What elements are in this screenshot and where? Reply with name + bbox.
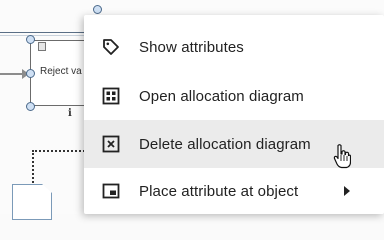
picture-in-picture-icon: [100, 180, 122, 202]
menu-item-label: Delete allocation diagram: [139, 135, 311, 153]
menu-item-label: Open allocation diagram: [139, 87, 304, 105]
menu-item-label: Place attribute at object: [139, 182, 299, 200]
hand-cursor-icon: [333, 143, 352, 174]
document-shape[interactable]: [12, 184, 52, 220]
connector-line[interactable]: [0, 73, 24, 75]
selection-handle-top[interactable]: [93, 5, 102, 14]
info-icon[interactable]: i: [68, 108, 72, 119]
selection-handle-top-left[interactable]: [26, 35, 35, 44]
context-menu: Show attributes Open allocation diagram …: [84, 15, 384, 214]
menu-item-label: Show attributes: [139, 38, 244, 56]
x-square-icon: [100, 133, 122, 155]
submenu-arrow-icon: [344, 186, 350, 196]
process-node-label: Reject va: [40, 66, 82, 77]
document-icon: [38, 42, 46, 51]
grid-square-icon: [100, 85, 122, 107]
menu-item-show-attributes[interactable]: Show attributes: [84, 23, 384, 71]
selection-handle-left[interactable]: [26, 69, 35, 78]
tag-icon: [100, 36, 122, 58]
menu-item-open-allocation-diagram[interactable]: Open allocation diagram: [84, 72, 384, 120]
selection-handle-bottom-left[interactable]: [26, 102, 35, 111]
menu-item-place-attribute-at-object[interactable]: Place attribute at object: [84, 167, 384, 215]
